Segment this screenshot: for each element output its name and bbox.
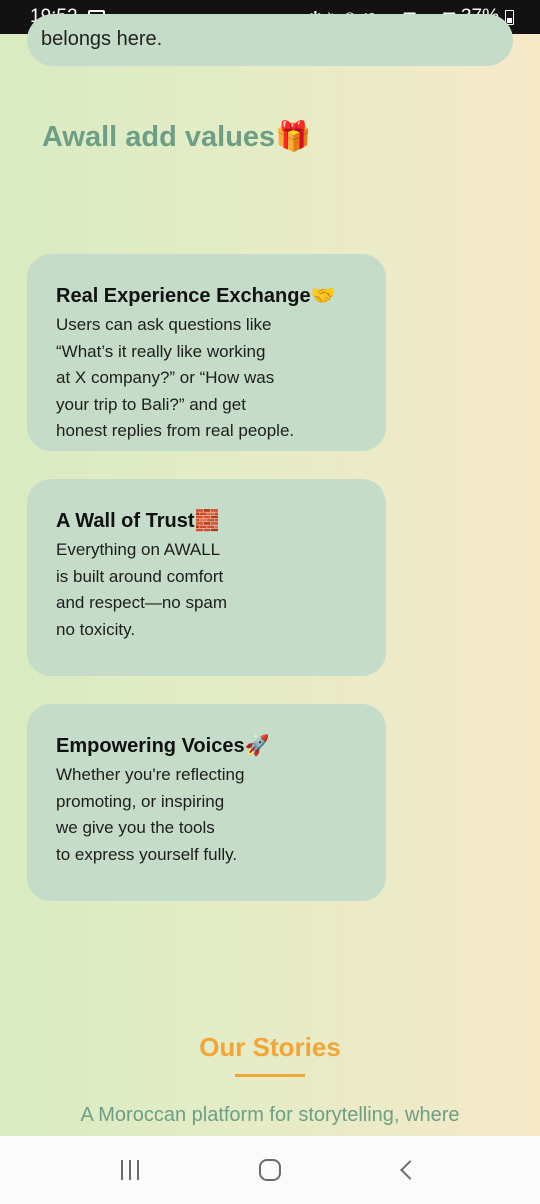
stories-description: A Moroccan platform for storytelling, wh… xyxy=(80,1104,460,1126)
previous-card: belongs here. xyxy=(27,14,513,66)
recent-apps-button[interactable] xyxy=(100,1150,160,1190)
value-card-body: Users can ask questions like “What’s it … xyxy=(56,315,295,440)
home-button[interactable] xyxy=(240,1150,300,1190)
values-section-title: Awall add values🎁 xyxy=(42,121,312,153)
value-card-empowering-voices: Empowering Voices🚀 Whether you're reflec… xyxy=(27,704,386,901)
system-navigation-bar xyxy=(0,1136,540,1204)
value-card-experience-exchange: Real Experience Exchange🤝 Users can ask … xyxy=(27,254,386,451)
back-button[interactable] xyxy=(380,1150,440,1190)
stories-section-title: Our Stories xyxy=(199,1032,341,1062)
recent-apps-icon xyxy=(121,1160,139,1180)
value-card-body: Whether you're reflecting promoting, or … xyxy=(56,765,245,864)
previous-card-text: belongs here. xyxy=(41,28,163,50)
stories-title-underline xyxy=(235,1074,305,1077)
value-card-title: A Wall of Trust🧱 xyxy=(56,510,220,532)
value-card-wall-of-trust: A Wall of Trust🧱 Everything on AWALL is … xyxy=(27,479,386,676)
value-card-title: Empowering Voices🚀 xyxy=(56,735,270,757)
home-icon xyxy=(259,1159,281,1181)
back-chevron-icon xyxy=(400,1160,420,1180)
value-card-title: Real Experience Exchange🤝 xyxy=(56,285,336,307)
value-card-body: Everything on AWALL is built around comf… xyxy=(56,540,228,639)
